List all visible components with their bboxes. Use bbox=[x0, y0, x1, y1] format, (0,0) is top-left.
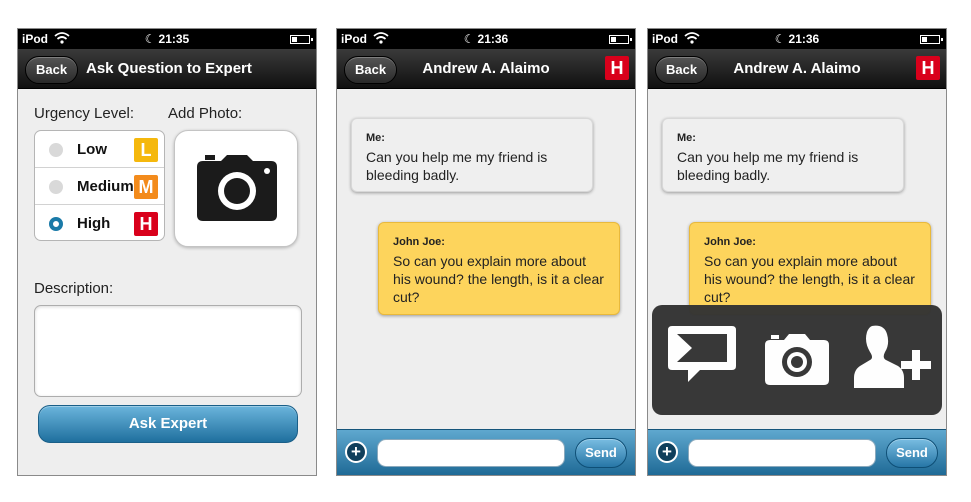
status-time-text: 21:36 bbox=[477, 32, 509, 46]
page-title: Ask Question to Expert bbox=[86, 60, 252, 77]
page-title: Andrew A. Alaimo bbox=[733, 60, 861, 77]
urgency-option-label: Medium bbox=[77, 178, 134, 195]
message-input[interactable] bbox=[688, 439, 876, 467]
urgency-high-badge: H bbox=[916, 56, 940, 80]
status-time: ☾ 21:36 bbox=[337, 32, 635, 46]
status-bar: iPod ☾ 21:36 bbox=[337, 29, 635, 49]
message-text: So can you explain more about his wound?… bbox=[393, 253, 604, 305]
add-photo-label: Add Photo: bbox=[168, 105, 243, 122]
message-input-bar: + Send bbox=[648, 429, 946, 475]
urgency-selector: Low L Medium M High H bbox=[34, 130, 165, 241]
battery-icon bbox=[290, 35, 313, 44]
moon-icon: ☾ bbox=[774, 32, 786, 46]
radio-button[interactable] bbox=[49, 180, 63, 194]
urgency-option-label: High bbox=[77, 215, 111, 232]
camera-icon[interactable] bbox=[762, 322, 832, 388]
message-bubble-me: Me: Can you help me my friend is bleedin… bbox=[351, 118, 593, 192]
add-contact-icon[interactable] bbox=[852, 322, 932, 392]
description-label: Description: bbox=[34, 280, 114, 297]
page-title: Andrew A. Alaimo bbox=[422, 60, 550, 77]
chat-screen-actions: iPod ☾ 21:36 Back Andrew A. Alaimo H Me: … bbox=[647, 28, 947, 476]
nav-bar: Back Andrew A. Alaimo H bbox=[337, 49, 635, 89]
message-text: Can you help me my friend is bleeding ba… bbox=[366, 149, 548, 183]
message-input[interactable] bbox=[377, 439, 565, 467]
urgency-option-medium[interactable]: Medium M bbox=[35, 168, 164, 205]
moon-icon: ☾ bbox=[144, 32, 156, 46]
chat-screen: iPod ☾ 21:36 Back Andrew A. Alaimo H Me: … bbox=[336, 28, 636, 476]
medium-badge: M bbox=[134, 175, 158, 199]
plus-icon[interactable]: + bbox=[345, 441, 367, 463]
urgency-option-high[interactable]: High H bbox=[35, 205, 164, 240]
radio-button[interactable] bbox=[49, 143, 63, 157]
add-photo-button[interactable] bbox=[174, 130, 298, 247]
status-time-text: 21:35 bbox=[158, 32, 190, 46]
back-button[interactable]: Back bbox=[25, 56, 79, 84]
ask-question-screen: iPod ☾ 21:35 Back Ask Question to Expert … bbox=[17, 28, 317, 476]
message-input-bar: + Send bbox=[337, 429, 635, 475]
battery-icon bbox=[609, 35, 632, 44]
low-badge: L bbox=[134, 138, 158, 162]
radio-button-selected[interactable] bbox=[49, 217, 63, 231]
nav-bar: Back Ask Question to Expert bbox=[18, 49, 316, 89]
battery-icon bbox=[920, 35, 943, 44]
ask-expert-button[interactable]: Ask Expert bbox=[38, 405, 298, 443]
plus-icon[interactable]: + bbox=[656, 441, 678, 463]
send-button[interactable]: Send bbox=[886, 438, 938, 468]
message-text: Can you help me my friend is bleeding ba… bbox=[677, 149, 859, 183]
nav-bar: Back Andrew A. Alaimo H bbox=[648, 49, 946, 89]
status-bar: iPod ☾ 21:36 bbox=[648, 29, 946, 49]
camera-icon bbox=[197, 155, 277, 221]
urgency-option-label: Low bbox=[77, 141, 107, 158]
message-bubble-expert: John Joe: So can you explain more about … bbox=[689, 222, 931, 315]
status-time-text: 21:36 bbox=[788, 32, 820, 46]
urgency-option-low[interactable]: Low L bbox=[35, 131, 164, 168]
message-sender: John Joe: bbox=[704, 236, 756, 248]
urgency-label: Urgency Level: bbox=[34, 105, 135, 122]
high-badge: H bbox=[134, 212, 158, 236]
urgency-high-badge: H bbox=[605, 56, 629, 80]
message-sender: Me: bbox=[677, 132, 696, 144]
message-bubble-me: Me: Can you help me my friend is bleedin… bbox=[662, 118, 904, 192]
status-time: ☾ 21:35 bbox=[18, 32, 316, 46]
video-message-icon[interactable] bbox=[666, 322, 738, 388]
description-field[interactable] bbox=[34, 305, 302, 397]
status-bar: iPod ☾ 21:35 bbox=[18, 29, 316, 49]
message-text: So can you explain more about his wound?… bbox=[704, 253, 915, 305]
message-bubble-expert: John Joe: So can you explain more about … bbox=[378, 222, 620, 315]
message-sender: John Joe: bbox=[393, 236, 445, 248]
status-time: ☾ 21:36 bbox=[648, 32, 946, 46]
moon-icon: ☾ bbox=[463, 32, 475, 46]
send-button[interactable]: Send bbox=[575, 438, 627, 468]
attachment-action-menu bbox=[652, 305, 942, 415]
message-sender: Me: bbox=[366, 132, 385, 144]
